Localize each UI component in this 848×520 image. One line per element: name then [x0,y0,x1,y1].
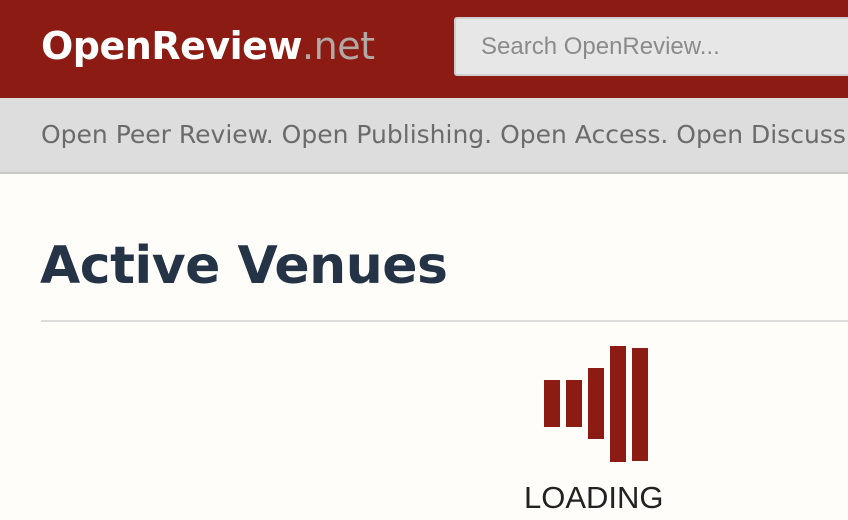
top-navbar: OpenReview.net [0,0,848,98]
tagline-bar: Open Peer Review. Open Publishing. Open … [0,98,848,174]
loading-label: LOADING [524,480,664,515]
title-divider [41,320,848,322]
loading-bar-5 [632,348,648,461]
loading-bar-2 [566,380,582,427]
loading-bar-1 [544,380,560,427]
loading-bar-3 [588,368,604,439]
loading-bar-4 [610,346,626,462]
brand-name: OpenReview [41,24,303,68]
brand-suffix: .net [302,24,375,68]
openreview-home-link[interactable]: OpenReview.net [41,24,375,68]
tagline: Open Peer Review. Open Publishing. Open … [41,120,848,149]
search-input[interactable] [456,19,848,74]
search-box [454,17,848,76]
page-title: Active Venues [40,236,448,296]
